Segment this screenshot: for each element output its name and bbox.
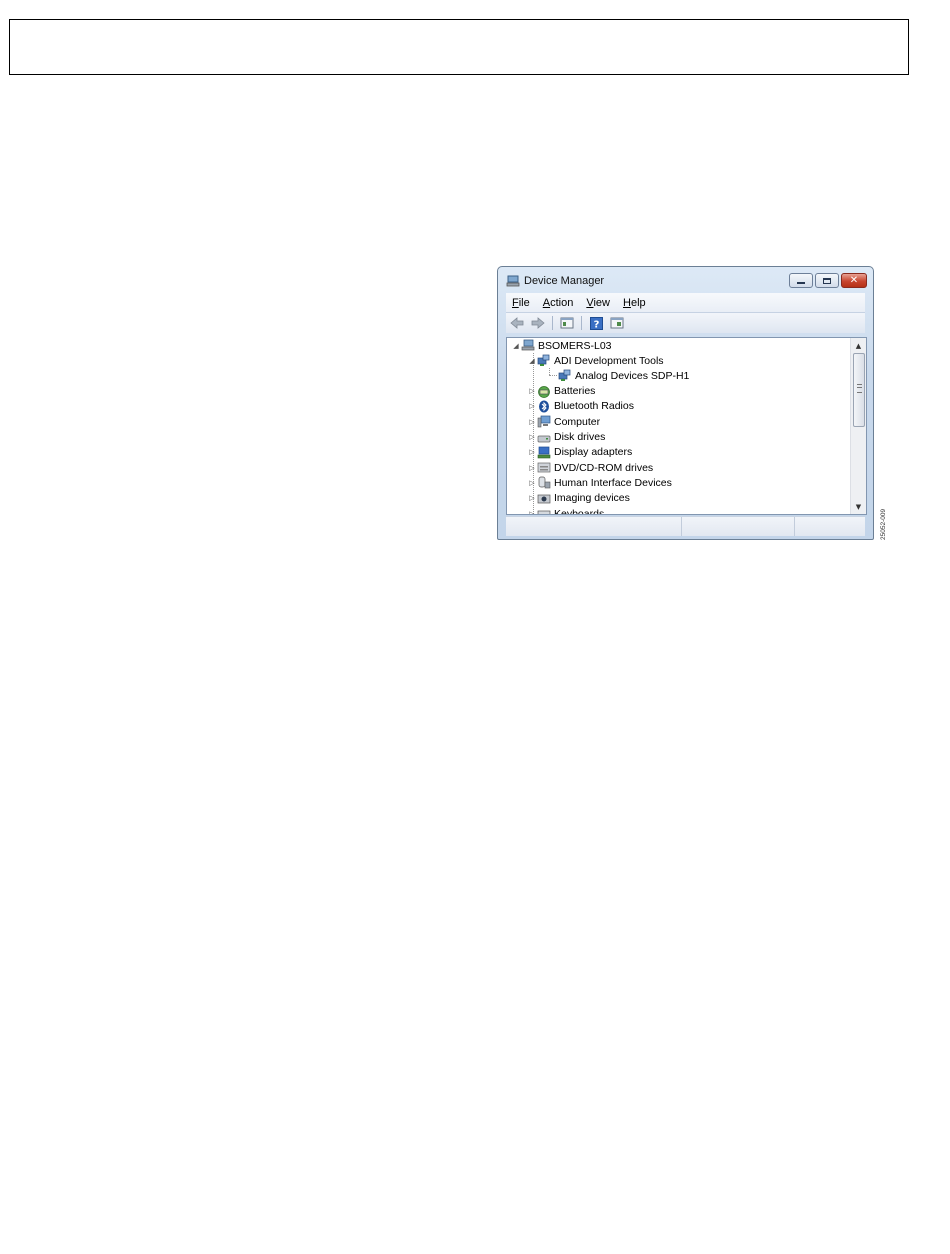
forward-button[interactable] xyxy=(529,315,547,331)
tree-device-item[interactable]: Analog Devices SDP-H1 xyxy=(544,368,689,383)
maximize-button[interactable] xyxy=(815,273,839,288)
dvd-drive-icon xyxy=(537,462,551,473)
device-manager-icon xyxy=(506,275,520,287)
menu-view[interactable]: View xyxy=(580,297,617,309)
expand-arrow-icon[interactable]: ▷ xyxy=(527,418,537,426)
tree-root-label: BSOMERS-L03 xyxy=(538,339,612,352)
forward-arrow-icon xyxy=(531,317,545,329)
device-tree-panel: ◢ BSOMERS-L03 ◢ ADI Development Tools Anal… xyxy=(506,337,867,515)
close-button[interactable]: ✕ xyxy=(841,273,867,288)
expand-arrow-icon[interactable]: ▷ xyxy=(527,448,537,456)
status-bar-pane xyxy=(682,517,795,536)
title-bar[interactable]: Device Manager ✕ xyxy=(498,267,873,295)
tree-category-item[interactable]: ▷ Batteries xyxy=(527,384,595,399)
toolbar-separator xyxy=(581,316,582,330)
tree-category-item[interactable]: ▷ Bluetooth Radios xyxy=(527,399,634,414)
menu-action[interactable]: Action xyxy=(537,297,581,309)
device-manager-window: Device Manager ✕ File Action View Help ?… xyxy=(497,266,874,540)
expand-arrow-icon[interactable]: ▷ xyxy=(527,494,537,502)
expand-arrow-icon[interactable]: ▷ xyxy=(527,433,537,441)
caption-buttons: ✕ xyxy=(789,273,867,288)
usb-device-icon xyxy=(537,354,550,366)
tree-item-label: Display adapters xyxy=(554,446,633,459)
toolbar-separator xyxy=(552,316,553,330)
figure-id: 25052-009 xyxy=(880,508,887,540)
display-adapter-icon xyxy=(537,446,551,459)
expand-arrow-icon[interactable]: ▷ xyxy=(527,464,537,472)
back-arrow-icon xyxy=(510,317,524,329)
tree-category-item[interactable]: ▷ Imaging devices xyxy=(527,491,630,506)
tree-item-label: ADI Development Tools xyxy=(554,354,664,367)
tree-root[interactable]: ◢ BSOMERS-L03 xyxy=(511,338,612,353)
menu-help[interactable]: Help xyxy=(617,297,653,309)
tree-category-item[interactable]: ▷ Display adapters xyxy=(527,445,632,460)
expand-arrow-icon[interactable]: ▷ xyxy=(527,402,537,410)
collapse-arrow-icon[interactable]: ◢ xyxy=(527,357,537,365)
status-bar-pane xyxy=(795,517,865,536)
tree-item-label: Imaging devices xyxy=(554,492,630,505)
properties-icon xyxy=(610,317,624,329)
vertical-scrollbar[interactable]: ▲ ▼ xyxy=(850,338,866,514)
menu-bar: File Action View Help xyxy=(506,293,865,312)
tree-item-label: Human Interface Devices xyxy=(554,476,672,489)
scroll-up-icon[interactable]: ▲ xyxy=(851,338,866,353)
tree-category-item[interactable]: ▷ Disk drives xyxy=(527,430,605,445)
scrollbar-thumb[interactable] xyxy=(853,353,865,427)
tree-item-label: Analog Devices SDP-H1 xyxy=(575,369,690,382)
computer-icon xyxy=(537,415,551,428)
usb-device-icon xyxy=(558,369,571,382)
menu-file[interactable]: File xyxy=(506,297,537,309)
tree-item-label: Batteries xyxy=(554,385,596,398)
properties-button[interactable] xyxy=(608,315,626,331)
computer-network-icon xyxy=(521,339,535,351)
tree-category-item[interactable]: ▷ DVD/CD-ROM drives xyxy=(527,460,653,475)
tree-item-label: Bluetooth Radios xyxy=(554,400,634,413)
battery-icon xyxy=(538,385,550,398)
toolbar: ? xyxy=(506,312,865,333)
maximize-icon xyxy=(823,277,831,284)
tree-item-label: Keyboards xyxy=(554,507,605,515)
tree-category-item[interactable]: ▷ Computer xyxy=(527,414,600,429)
console-tree-icon xyxy=(560,317,574,329)
close-icon: ✕ xyxy=(849,274,859,286)
keyboard-icon xyxy=(537,510,551,514)
expand-arrow-icon[interactable]: ▷ xyxy=(527,387,537,395)
page-header-box xyxy=(9,19,909,75)
back-button[interactable] xyxy=(508,315,526,331)
disk-drive-icon xyxy=(537,435,551,442)
minimize-button[interactable] xyxy=(789,273,813,288)
scroll-grip-icon xyxy=(857,384,862,393)
bluetooth-icon xyxy=(539,400,549,413)
show-hide-console-tree-button[interactable] xyxy=(558,315,576,331)
tree-item-label: Disk drives xyxy=(554,431,606,443)
tree-category-item[interactable]: ▷ Human Interface Devices xyxy=(527,475,672,490)
tree-item-label: DVD/CD-ROM drives xyxy=(554,461,654,474)
help-icon: ? xyxy=(589,316,603,330)
expand-arrow-icon[interactable]: ▷ xyxy=(527,479,537,487)
status-bar xyxy=(506,516,865,536)
minimize-icon xyxy=(797,281,805,284)
hid-icon xyxy=(538,477,551,489)
help-button[interactable]: ? xyxy=(587,315,605,331)
camera-icon xyxy=(537,494,551,504)
collapse-arrow-icon[interactable]: ◢ xyxy=(511,342,521,350)
status-bar-pane xyxy=(506,517,682,536)
window-title: Device Manager xyxy=(524,275,605,287)
device-tree: ◢ BSOMERS-L03 ◢ ADI Development Tools Anal… xyxy=(507,338,851,514)
tree-category-item[interactable]: ▷ Keyboards xyxy=(527,506,605,515)
scroll-down-icon[interactable]: ▼ xyxy=(851,499,866,514)
tree-item-label: Computer xyxy=(554,415,601,428)
svg-text:?: ? xyxy=(593,319,599,330)
tree-category-item[interactable]: ◢ ADI Development Tools xyxy=(527,353,664,368)
expand-arrow-icon[interactable]: ▷ xyxy=(527,510,537,515)
